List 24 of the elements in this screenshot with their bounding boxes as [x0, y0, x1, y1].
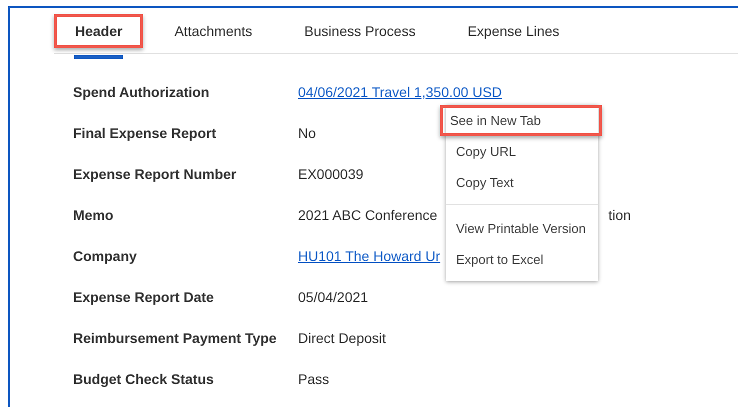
field-value: Direct Deposit: [298, 330, 386, 348]
field-value: tion: [608, 207, 631, 225]
field-value: 2021 ABC Conference: [298, 207, 438, 225]
field-label: Memo: [73, 207, 114, 225]
field-label: Company: [73, 248, 138, 266]
field-value: 05/04/2021: [298, 289, 368, 307]
field-label: Reimbursement Payment Type: [73, 330, 278, 348]
tab[interactable]: Business Process: [283, 14, 437, 48]
field-label: Budget Check Status: [73, 371, 215, 389]
menu-item[interactable]: See in New Tab: [440, 105, 602, 136]
menu-item[interactable]: Copy URL: [446, 136, 598, 167]
menu-item[interactable]: Copy Text: [446, 167, 598, 198]
field-value: EX000039: [298, 166, 364, 184]
field-value: No: [298, 125, 316, 143]
field-label: Expense Report Number: [73, 166, 238, 184]
field-label: Spend Authorization: [73, 84, 210, 102]
tab[interactable]: Expense Lines: [446, 14, 580, 48]
menu-item[interactable]: Export to Excel: [446, 244, 598, 275]
field-value: Pass: [298, 371, 330, 389]
field-link[interactable]: HU101 The Howard Ur: [298, 248, 440, 289]
tab[interactable]: Attachments: [153, 14, 274, 48]
field-label: Final Expense Report: [73, 125, 218, 143]
field-label: Expense Report Date: [73, 289, 215, 307]
menu-item[interactable]: View Printable Version: [446, 213, 598, 244]
